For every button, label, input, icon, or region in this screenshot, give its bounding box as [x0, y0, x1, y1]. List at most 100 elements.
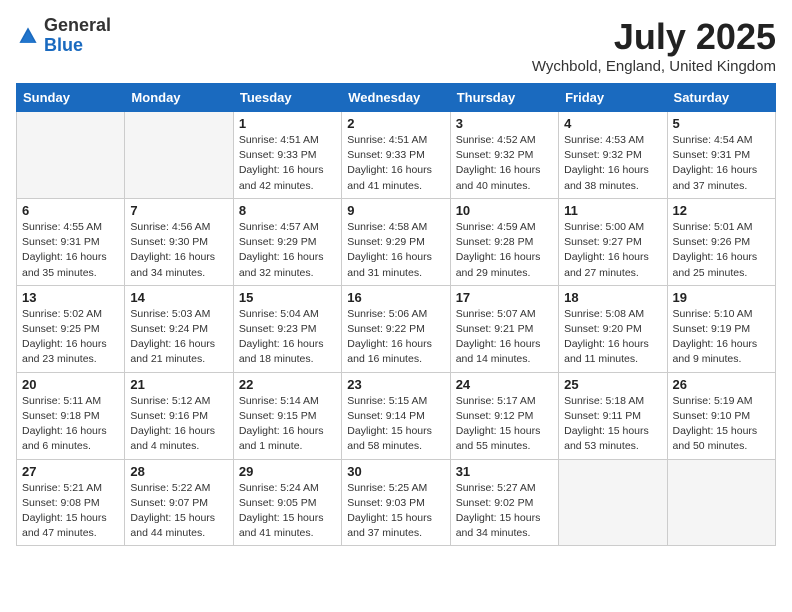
day-number: 20	[22, 377, 119, 392]
day-number: 6	[22, 203, 119, 218]
column-header-friday: Friday	[559, 84, 667, 112]
calendar-cell: 29 Sunrise: 5:24 AM Sunset: 9:05 PM Dayli…	[233, 459, 341, 546]
calendar-cell: 9 Sunrise: 4:58 AM Sunset: 9:29 PM Daylig…	[342, 198, 450, 285]
logo-icon	[16, 24, 40, 48]
day-number: 11	[564, 203, 661, 218]
calendar-cell: 19Sunrise: 5:10 AM Sunset: 9:19 PM Dayli…	[667, 285, 775, 372]
day-number: 17	[456, 290, 553, 305]
calendar-cell: 21Sunrise: 5:12 AM Sunset: 9:16 PM Dayli…	[125, 372, 233, 459]
day-detail: Sunrise: 5:17 AM Sunset: 9:12 PM Dayligh…	[456, 394, 553, 455]
day-number: 25	[564, 377, 661, 392]
calendar-cell: 18 Sunrise: 5:08 AM Sunset: 9:20 PM Dayli…	[559, 285, 667, 372]
week-row-3: 13 Sunrise: 5:02 AM Sunset: 9:25 PM Dayli…	[17, 285, 776, 372]
day-number: 30	[347, 464, 444, 479]
day-number: 29	[239, 464, 336, 479]
day-number: 4	[564, 116, 661, 131]
day-number: 18	[564, 290, 661, 305]
calendar-header-row: SundayMondayTuesdayWednesdayThursdayFrid…	[17, 84, 776, 112]
calendar-cell	[125, 112, 233, 199]
calendar-cell: 16Sunrise: 5:06 AM Sunset: 9:22 PM Dayli…	[342, 285, 450, 372]
day-number: 1	[239, 116, 336, 131]
day-detail: Sunrise: 4:55 AM Sunset: 9:31 PM Dayligh…	[22, 220, 119, 281]
logo-general-text: General	[44, 15, 111, 35]
day-number: 15	[239, 290, 336, 305]
day-detail: Sunrise: 4:51 AM Sunset: 9:33 PM Dayligh…	[347, 133, 444, 194]
calendar-cell	[559, 459, 667, 546]
day-detail: Sunrise: 5:08 AM Sunset: 9:20 PM Dayligh…	[564, 307, 661, 368]
day-detail: Sunrise: 4:59 AM Sunset: 9:28 PM Dayligh…	[456, 220, 553, 281]
calendar-cell: 14 Sunrise: 5:03 AM Sunset: 9:24 PM Dayli…	[125, 285, 233, 372]
day-number: 24	[456, 377, 553, 392]
day-number: 2	[347, 116, 444, 131]
calendar-cell: 15 Sunrise: 5:04 AM Sunset: 9:23 PM Dayli…	[233, 285, 341, 372]
logo: General Blue	[16, 16, 111, 56]
day-number: 7	[130, 203, 227, 218]
calendar-cell: 1 Sunrise: 4:51 AM Sunset: 9:33 PM Daylig…	[233, 112, 341, 199]
day-detail: Sunrise: 5:27 AM Sunset: 9:02 PM Dayligh…	[456, 481, 553, 542]
day-number: 13	[22, 290, 119, 305]
calendar-cell: 31Sunrise: 5:27 AM Sunset: 9:02 PM Dayli…	[450, 459, 558, 546]
calendar-cell: 17 Sunrise: 5:07 AM Sunset: 9:21 PM Dayli…	[450, 285, 558, 372]
day-number: 28	[130, 464, 227, 479]
day-detail: Sunrise: 5:21 AM Sunset: 9:08 PM Dayligh…	[22, 481, 119, 542]
calendar-table: SundayMondayTuesdayWednesdayThursdayFrid…	[16, 83, 776, 546]
day-number: 9	[347, 203, 444, 218]
day-detail: Sunrise: 5:24 AM Sunset: 9:05 PM Dayligh…	[239, 481, 336, 542]
day-detail: Sunrise: 5:00 AM Sunset: 9:27 PM Dayligh…	[564, 220, 661, 281]
day-number: 12	[673, 203, 770, 218]
day-detail: Sunrise: 5:01 AM Sunset: 9:26 PM Dayligh…	[673, 220, 770, 281]
day-detail: Sunrise: 4:58 AM Sunset: 9:29 PM Dayligh…	[347, 220, 444, 281]
page-header: General Blue July 2025 Wychbold, England…	[16, 16, 776, 75]
day-detail: Sunrise: 4:52 AM Sunset: 9:32 PM Dayligh…	[456, 133, 553, 194]
week-row-1: 1 Sunrise: 4:51 AM Sunset: 9:33 PM Daylig…	[17, 112, 776, 199]
day-detail: Sunrise: 4:57 AM Sunset: 9:29 PM Dayligh…	[239, 220, 336, 281]
calendar-cell	[667, 459, 775, 546]
column-header-wednesday: Wednesday	[342, 84, 450, 112]
day-detail: Sunrise: 5:03 AM Sunset: 9:24 PM Dayligh…	[130, 307, 227, 368]
day-detail: Sunrise: 5:14 AM Sunset: 9:15 PM Dayligh…	[239, 394, 336, 455]
column-header-saturday: Saturday	[667, 84, 775, 112]
calendar-cell: 2 Sunrise: 4:51 AM Sunset: 9:33 PM Daylig…	[342, 112, 450, 199]
calendar-cell: 5 Sunrise: 4:54 AM Sunset: 9:31 PM Daylig…	[667, 112, 775, 199]
calendar-cell: 12 Sunrise: 5:01 AM Sunset: 9:26 PM Dayli…	[667, 198, 775, 285]
calendar-cell: 20 Sunrise: 5:11 AM Sunset: 9:18 PM Dayli…	[17, 372, 125, 459]
calendar-cell	[17, 112, 125, 199]
calendar-cell: 8 Sunrise: 4:57 AM Sunset: 9:29 PM Daylig…	[233, 198, 341, 285]
day-number: 8	[239, 203, 336, 218]
day-detail: Sunrise: 4:53 AM Sunset: 9:32 PM Dayligh…	[564, 133, 661, 194]
calendar-cell: 7 Sunrise: 4:56 AM Sunset: 9:30 PM Daylig…	[125, 198, 233, 285]
day-number: 5	[673, 116, 770, 131]
day-detail: Sunrise: 5:11 AM Sunset: 9:18 PM Dayligh…	[22, 394, 119, 455]
column-header-thursday: Thursday	[450, 84, 558, 112]
calendar-cell: 11 Sunrise: 5:00 AM Sunset: 9:27 PM Dayli…	[559, 198, 667, 285]
day-number: 21	[130, 377, 227, 392]
calendar-cell: 4 Sunrise: 4:53 AM Sunset: 9:32 PM Daylig…	[559, 112, 667, 199]
week-row-4: 20 Sunrise: 5:11 AM Sunset: 9:18 PM Dayli…	[17, 372, 776, 459]
location-subtitle: Wychbold, England, United Kingdom	[532, 58, 776, 75]
calendar-cell: 22 Sunrise: 5:14 AM Sunset: 9:15 PM Dayli…	[233, 372, 341, 459]
day-number: 23	[347, 377, 444, 392]
day-detail: Sunrise: 5:04 AM Sunset: 9:23 PM Dayligh…	[239, 307, 336, 368]
day-detail: Sunrise: 5:15 AM Sunset: 9:14 PM Dayligh…	[347, 394, 444, 455]
day-detail: Sunrise: 4:56 AM Sunset: 9:30 PM Dayligh…	[130, 220, 227, 281]
calendar-cell: 10Sunrise: 4:59 AM Sunset: 9:28 PM Dayli…	[450, 198, 558, 285]
calendar-cell: 30 Sunrise: 5:25 AM Sunset: 9:03 PM Dayli…	[342, 459, 450, 546]
day-detail: Sunrise: 4:51 AM Sunset: 9:33 PM Dayligh…	[239, 133, 336, 194]
week-row-2: 6 Sunrise: 4:55 AM Sunset: 9:31 PM Daylig…	[17, 198, 776, 285]
logo-blue-text: Blue	[44, 35, 83, 55]
column-header-tuesday: Tuesday	[233, 84, 341, 112]
day-detail: Sunrise: 4:54 AM Sunset: 9:31 PM Dayligh…	[673, 133, 770, 194]
day-detail: Sunrise: 5:25 AM Sunset: 9:03 PM Dayligh…	[347, 481, 444, 542]
calendar-cell: 3 Sunrise: 4:52 AM Sunset: 9:32 PM Daylig…	[450, 112, 558, 199]
day-number: 26	[673, 377, 770, 392]
day-number: 22	[239, 377, 336, 392]
day-detail: Sunrise: 5:02 AM Sunset: 9:25 PM Dayligh…	[22, 307, 119, 368]
day-detail: Sunrise: 5:07 AM Sunset: 9:21 PM Dayligh…	[456, 307, 553, 368]
day-number: 14	[130, 290, 227, 305]
calendar-cell: 27 Sunrise: 5:21 AM Sunset: 9:08 PM Dayli…	[17, 459, 125, 546]
title-block: July 2025 Wychbold, England, United King…	[532, 16, 776, 75]
day-number: 3	[456, 116, 553, 131]
calendar-cell: 25Sunrise: 5:18 AM Sunset: 9:11 PM Dayli…	[559, 372, 667, 459]
day-number: 27	[22, 464, 119, 479]
calendar-cell: 23 Sunrise: 5:15 AM Sunset: 9:14 PM Dayli…	[342, 372, 450, 459]
